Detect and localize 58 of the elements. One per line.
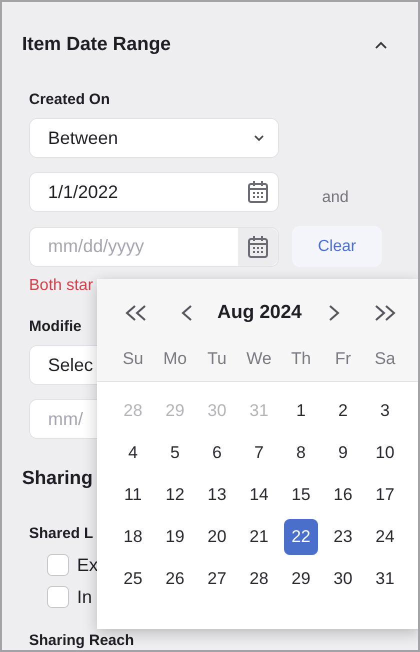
calendar-day[interactable]: 4 xyxy=(116,435,150,471)
start-date-field[interactable]: 1/1/2022 xyxy=(29,172,279,212)
checkbox-label: In xyxy=(77,586,92,608)
month-title: Aug 2024 xyxy=(216,302,303,324)
calendar-day[interactable]: 27 xyxy=(200,561,234,597)
calendar-day[interactable]: 25 xyxy=(116,561,150,597)
field-label: Sharing Reach xyxy=(29,631,134,650)
calendar-icon xyxy=(247,180,269,204)
checkbox[interactable] xyxy=(47,554,69,576)
calendar-day[interactable]: 15 xyxy=(284,477,318,513)
calendar-day[interactable]: 30 xyxy=(326,561,360,597)
calendar-day[interactable]: 20 xyxy=(200,519,234,555)
calendar-day[interactable]: 13 xyxy=(200,477,234,513)
field-label: Created On xyxy=(29,90,110,110)
operator-dropdown[interactable]: Between xyxy=(29,118,279,158)
calendar-day[interactable]: 18 xyxy=(116,519,150,555)
field-label: Modifie xyxy=(29,317,82,337)
calendar-day[interactable]: 9 xyxy=(326,435,360,471)
calendar-day[interactable]: 14 xyxy=(242,477,276,513)
checkbox[interactable] xyxy=(47,586,69,608)
calendar-day[interactable]: 26 xyxy=(158,561,192,597)
calendar-day[interactable]: 5 xyxy=(158,435,192,471)
weekday-label: Th xyxy=(291,349,311,368)
calendar-day[interactable]: 11 xyxy=(116,477,150,513)
clear-button[interactable]: Clear xyxy=(292,226,382,267)
calendar-day[interactable]: 31 xyxy=(368,561,402,597)
calendar-day[interactable]: 2 xyxy=(326,393,360,429)
field-label: Shared L xyxy=(29,524,94,544)
weekday-label: We xyxy=(246,349,272,368)
calendar-day[interactable]: 22 xyxy=(284,519,318,555)
section-title: Sharing xyxy=(22,467,94,491)
chevron-up-icon[interactable] xyxy=(375,41,387,49)
calendar-day[interactable]: 29 xyxy=(284,561,318,597)
weekday-label: Su xyxy=(122,349,144,368)
calendar-day[interactable]: 28 xyxy=(242,561,276,597)
calendar-day[interactable]: 24 xyxy=(368,519,402,555)
checkbox-label: Ex xyxy=(77,554,98,576)
weekday-label: Sa xyxy=(374,349,396,368)
calendar-day[interactable]: 1 xyxy=(284,393,318,429)
caret-icon xyxy=(254,135,264,141)
weekday-label: Mo xyxy=(163,349,187,368)
calendar-day[interactable]: 16 xyxy=(326,477,360,513)
joiner-label: and xyxy=(322,189,349,207)
calendar-day[interactable]: 3 xyxy=(368,393,402,429)
calendar-day[interactable]: 10 xyxy=(368,435,402,471)
calendar-icon xyxy=(247,234,269,258)
error-message: Both star xyxy=(29,277,94,295)
weekday-label: Tu xyxy=(207,349,227,368)
weekday-label: Fr xyxy=(334,349,352,368)
calendar-day[interactable]: 7 xyxy=(242,435,276,471)
calendar-day[interactable]: 6 xyxy=(200,435,234,471)
calendar-day[interactable]: 19 xyxy=(158,519,192,555)
section-title: Item Date Range xyxy=(22,34,171,56)
calendar-day[interactable]: 8 xyxy=(284,435,318,471)
calendar-day[interactable]: 23 xyxy=(326,519,360,555)
calendar-day[interactable]: 21 xyxy=(242,519,276,555)
calendar-day[interactable]: 12 xyxy=(158,477,192,513)
calendar-day[interactable]: 17 xyxy=(368,477,402,513)
